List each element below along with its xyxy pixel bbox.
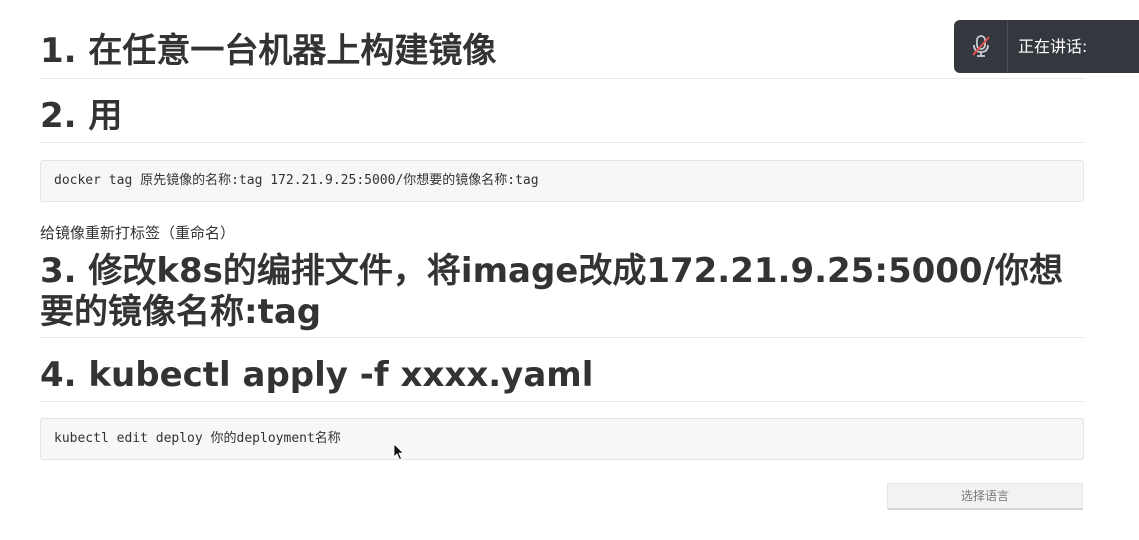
code-text-docker-tag: docker tag 原先镜像的名称:tag 172.21.9.25:5000/… xyxy=(54,173,539,188)
mouse-pointer-icon xyxy=(393,443,405,461)
heading-step-2: 2. 用 xyxy=(40,95,1084,143)
speaking-label: 正在讲话: xyxy=(1018,37,1088,56)
language-select-button[interactable]: 选择语言 xyxy=(887,483,1083,510)
heading-step-4: 4. kubectl apply -f xxxx.yaml xyxy=(40,354,1084,402)
heading-step-1: 1. 在任意一台机器上构建镜像 xyxy=(40,30,1084,79)
document-page: 1. 在任意一台机器上构建镜像 2. 用 docker tag 原先镜像的名称:… xyxy=(0,0,1139,540)
mic-toggle[interactable] xyxy=(954,20,1008,73)
language-select-label: 选择语言 xyxy=(960,489,1009,503)
paragraph-retag-note: 给镜像重新打标签（重命名） xyxy=(40,224,236,242)
heading-step-3: 3. 修改k8s的编排文件，将image改成172.21.9.25:5000/你… xyxy=(40,251,1084,338)
speaking-indicator-panel: 正在讲话: xyxy=(954,20,1139,73)
code-block-kubectl-edit[interactable]: kubectl edit deploy 你的deployment名称 xyxy=(40,418,1084,460)
code-text-kubectl-edit: kubectl edit deploy 你的deployment名称 xyxy=(54,431,341,446)
markdown-content: 1. 在任意一台机器上构建镜像 2. 用 docker tag 原先镜像的名称:… xyxy=(40,30,1084,460)
mic-muted-icon xyxy=(972,35,990,57)
code-block-docker-tag[interactable]: docker tag 原先镜像的名称:tag 172.21.9.25:5000/… xyxy=(40,160,1084,202)
